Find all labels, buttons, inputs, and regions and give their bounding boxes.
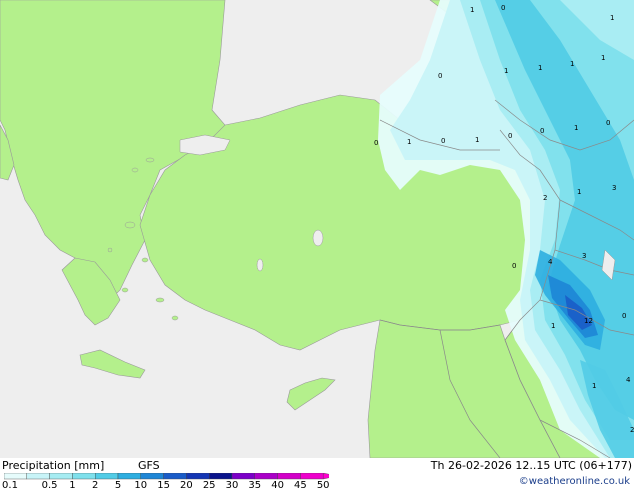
value-label: 1	[577, 188, 581, 196]
legend-tick-label: 35	[248, 480, 262, 491]
legend-tick-label: 20	[180, 480, 193, 491]
small-lake	[256, 258, 264, 272]
credit-link[interactable]: ©weatheronline.co.uk	[519, 476, 630, 487]
legend-swatch	[26, 473, 50, 480]
value-label: 1	[470, 6, 474, 14]
tuz-lake	[312, 229, 324, 247]
legend-swatch	[117, 473, 141, 480]
value-label: 2	[543, 194, 547, 202]
value-label: 0	[622, 312, 626, 320]
value-label: 0	[501, 4, 505, 12]
legend-tick-label: 50	[316, 480, 330, 491]
value-label: 4	[548, 258, 553, 266]
legend-tick-label: 40	[271, 480, 284, 491]
value-label: 12	[584, 317, 593, 325]
legend-swatch	[208, 473, 233, 480]
value-label: 0	[606, 119, 610, 127]
value-label: 1	[407, 138, 411, 146]
value-label: 0	[441, 137, 445, 145]
legend-swatch	[163, 473, 187, 480]
value-label: 1	[551, 322, 555, 330]
value-label: 0	[508, 132, 512, 140]
legend-title: Precipitation [mm]	[2, 459, 105, 472]
legend-tick-label: 15	[157, 480, 170, 491]
legend-tick-label: 2	[92, 480, 99, 491]
value-label: 0	[374, 139, 378, 147]
value-label: 2	[630, 426, 634, 434]
legend-tick-label: 0.5	[41, 480, 58, 491]
legend-swatch	[186, 473, 210, 480]
weather-map: 1 0 1 0 1 1 1 0 1 0 1 0 0 1 0 1 3 2 4 3 …	[0, 0, 634, 458]
legend-swatch	[4, 473, 27, 480]
legend-tick-label: 5	[114, 480, 122, 491]
value-label: 3	[582, 252, 586, 260]
legend-swatch	[140, 473, 164, 480]
legend-swatch	[72, 473, 96, 480]
value-label: 1	[475, 136, 479, 144]
value-label: 1	[574, 124, 578, 132]
legend-tick-label: 10	[134, 480, 148, 491]
legend-swatch	[94, 473, 119, 480]
legend-arrow	[323, 473, 329, 480]
legend-tick-label: 45	[294, 480, 307, 491]
valid-time: Th 26-02-2026 12..15 UTC (06+177)	[430, 459, 632, 472]
value-label: 1	[610, 14, 614, 22]
legend-swatch	[300, 473, 324, 480]
legend-swatch	[49, 473, 73, 480]
value-label: 0	[438, 72, 442, 80]
legend-tick-label: 30	[225, 480, 239, 491]
legend-swatch	[231, 473, 255, 480]
value-label: 1	[570, 60, 574, 68]
legend-tick-label: 1	[69, 480, 76, 491]
value-label: 4	[626, 376, 631, 384]
legend-tick-label: 25	[202, 480, 216, 491]
legend-swatch	[254, 473, 278, 480]
value-label: 1	[592, 382, 596, 390]
value-label: 0	[512, 262, 516, 270]
legend-tick-label: 0.1	[2, 480, 18, 491]
value-label: 0	[540, 127, 544, 135]
value-label: 3	[612, 184, 616, 192]
model-name: GFS	[138, 459, 160, 472]
legend-swatch	[277, 473, 301, 480]
value-label: 1	[538, 64, 542, 72]
value-label: 1	[504, 67, 508, 75]
value-label: 1	[601, 54, 605, 62]
